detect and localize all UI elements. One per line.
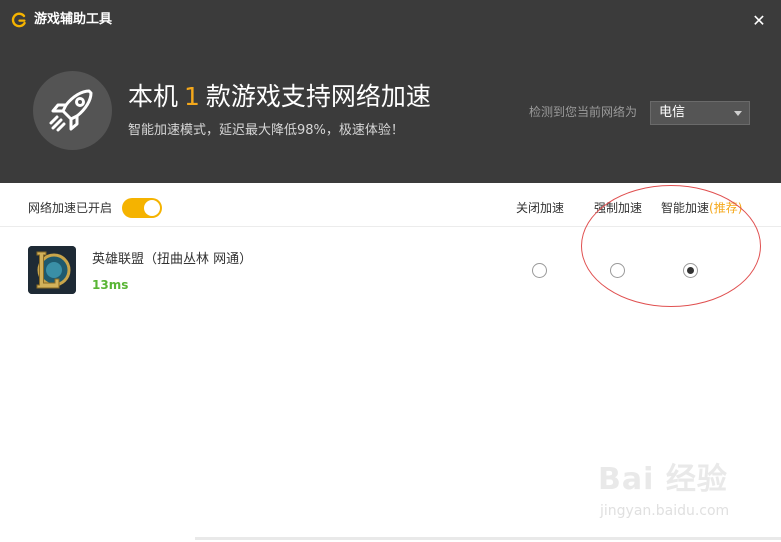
game-row: 英雄联盟（扭曲丛林 网通） 13ms	[0, 228, 781, 308]
radio-force[interactable]	[610, 263, 625, 278]
acceleration-toggle-label: 网络加速已开启	[28, 201, 113, 215]
settings-toolbar: 网络加速已开启 关闭加速 强制加速 智能加速(推荐)	[0, 183, 781, 227]
radio-smart[interactable]	[683, 263, 698, 278]
toggle-knob	[144, 200, 160, 216]
headline: 本机 1 款游戏支持网络加速	[128, 80, 431, 114]
watermark: Bai 经验 jingyan.baidu.com	[598, 462, 748, 526]
close-button[interactable]: ✕	[748, 10, 770, 32]
column-header-smart-label: 智能加速	[661, 201, 710, 215]
game-ping: 13ms	[92, 278, 129, 292]
network-detect-label: 检测到您当前网络为	[529, 105, 638, 119]
column-header-smart: 智能加速(推荐)	[661, 200, 742, 216]
column-header-force: 强制加速	[594, 201, 643, 215]
headline-subtitle: 智能加速模式，延迟最大降低98%，极速体验！	[128, 123, 404, 138]
headline-suffix: 款游戏支持网络加速	[205, 82, 431, 111]
rocket-badge	[33, 71, 112, 150]
rocket-icon	[49, 89, 93, 132]
close-icon: ✕	[752, 11, 766, 30]
isp-selected-value: 电信	[659, 105, 686, 120]
isp-select[interactable]: 电信	[650, 101, 750, 125]
game-count: 1	[184, 82, 200, 111]
header-panel: 游戏辅助工具 ✕ 本机 1 款游戏支持网络加速 智能加速模式，延迟最大降低98%…	[0, 0, 781, 183]
lol-emblem-icon	[28, 246, 76, 294]
window-title: 游戏辅助工具	[34, 12, 113, 27]
game-name: 英雄联盟（扭曲丛林 网通）	[92, 252, 253, 267]
app-logo-icon	[11, 12, 26, 28]
watermark-logo: Bai 经验	[598, 462, 728, 497]
acceleration-toggle[interactable]	[122, 198, 162, 218]
app-window: 游戏辅助工具 ✕ 本机 1 款游戏支持网络加速 智能加速模式，延迟最大降低98%…	[0, 0, 781, 542]
title-bar: 游戏辅助工具 ✕	[0, 0, 781, 40]
radio-off[interactable]	[532, 263, 547, 278]
recommended-tag: (推荐)	[709, 201, 743, 215]
bottom-scroll-edge	[195, 537, 781, 540]
league-of-legends-icon	[28, 246, 76, 294]
column-header-off: 关闭加速	[516, 201, 565, 215]
headline-prefix: 本机	[128, 82, 179, 111]
chevron-down-icon	[734, 111, 742, 116]
watermark-url: jingyan.baidu.com	[600, 503, 730, 519]
